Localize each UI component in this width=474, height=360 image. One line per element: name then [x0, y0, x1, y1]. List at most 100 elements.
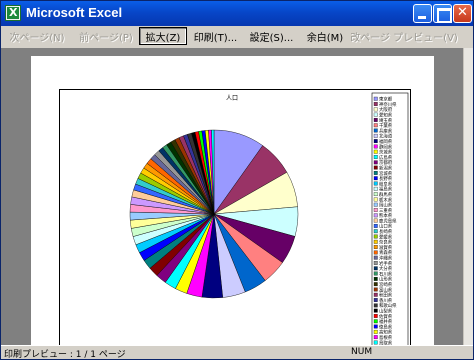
legend-label: 滋賀県: [379, 244, 393, 251]
margins-button[interactable]: 余白(M): [304, 27, 346, 45]
minimize-button[interactable]: [413, 4, 432, 23]
zoom-button[interactable]: 拡大(Z): [139, 27, 187, 45]
chart-title: 人口: [226, 95, 238, 102]
legend-swatch: [373, 335, 378, 340]
legend-swatch: [373, 176, 378, 181]
legend-swatch: [373, 171, 378, 175]
legend-swatch: [373, 112, 378, 117]
legend-swatch: [373, 266, 378, 271]
legend-label: 福井県: [379, 318, 393, 325]
legend-label: 秋田県: [379, 292, 393, 299]
legend-label: 岩手県: [379, 260, 393, 267]
legend-swatch: [373, 213, 378, 218]
chart-area: 人口 東京都 神奈川県 大阪府 愛知県 埼玉県 千葉県 兵庫県 北海道 福岡県 静岡県 茨城県 広島県京…: [59, 89, 411, 349]
print-preview-area[interactable]: 人口 東京都 神奈川県 大阪府 愛知県 埼玉県 千葉県 兵庫県 北海道 福岡県 静岡県 茨城県 広島県京…: [1, 48, 463, 349]
excel-app-icon[interactable]: [5, 5, 21, 21]
legend-swatch: [373, 165, 378, 170]
legend-swatch: [373, 202, 378, 207]
legend-swatch: [373, 229, 378, 234]
pie-chart: 人口 東京都神奈川県大阪府愛知県埼玉県千葉県兵庫県北海道福岡県静岡県茨城県広島県京…: [129, 92, 409, 346]
legend-swatch: [373, 298, 378, 302]
legend-label: 群馬県: [379, 191, 393, 198]
legend-swatch: [373, 218, 378, 223]
legend-swatch: [373, 324, 378, 329]
legend-label: 京都府: [379, 159, 393, 166]
legend-swatch: [373, 271, 378, 276]
close-button[interactable]: [453, 4, 472, 23]
legend-label: 和歌山県: [379, 302, 397, 309]
excel-window: Microsoft Excel 次ページ(N) 前ページ(P) 拡大(Z) 印刷…: [0, 0, 474, 360]
legend-label: 青森県: [379, 249, 393, 256]
legend-swatch: [373, 107, 378, 112]
legend-label: 徳島県: [379, 323, 393, 330]
legend-label: 高知県: [379, 329, 393, 336]
legend-label: 沖縄県: [379, 255, 393, 262]
legend-swatch: [373, 197, 378, 202]
legend-label: 茨城県: [379, 149, 393, 156]
legend-label: 山口県: [379, 223, 393, 230]
legend-swatch: [373, 139, 378, 144]
maximize-button[interactable]: [433, 4, 452, 23]
legend-swatch: [373, 319, 378, 324]
legend-label: 香川県: [379, 297, 393, 304]
legend-label: 大阪府: [379, 106, 393, 113]
legend-swatch: [373, 192, 378, 197]
legend-label: 鹿児島県: [379, 217, 397, 224]
legend-swatch: [373, 133, 378, 138]
legend-label: 山形県: [379, 276, 393, 283]
legend-label: 千葉県: [379, 122, 393, 129]
preview-page[interactable]: 人口 東京都 神奈川県 大阪府 愛知県 埼玉県 千葉県 兵庫県 北海道 福岡県 静岡県 茨城県 広島県京…: [31, 56, 434, 349]
legend-label: 岐阜県: [379, 180, 393, 187]
legend-swatch: [373, 261, 378, 265]
legend-label: 大分県: [379, 265, 393, 272]
legend-label: 岡山県: [379, 202, 393, 209]
legend-swatch: [373, 245, 378, 249]
legend-swatch: [373, 314, 378, 318]
title-bar[interactable]: Microsoft Excel: [1, 1, 473, 26]
legend-swatch: [373, 223, 378, 228]
legend-label: 北海道: [379, 133, 393, 140]
legend-swatch: [373, 287, 378, 292]
legend-swatch: [373, 160, 378, 165]
vertical-scrollbar[interactable]: [463, 48, 473, 345]
legend-label: 埼玉県: [379, 117, 393, 124]
legend-label: 栃木県: [379, 196, 393, 203]
legend-label: 奈良県: [379, 239, 393, 246]
legend-swatch: [373, 250, 378, 255]
legend-swatch: [373, 234, 378, 239]
status-bar: 印刷プレビュー : 1 / 1 ページ NUM: [1, 345, 473, 360]
legend-label: 長崎県: [379, 228, 393, 235]
legend-swatch: [373, 149, 378, 154]
legend-swatch: [373, 118, 378, 122]
legend-label: 三重県: [379, 207, 393, 214]
legend-label: 愛知県: [379, 111, 393, 118]
next-page-button[interactable]: 次ページ(N): [6, 27, 68, 45]
legend-label: 島根県: [379, 334, 393, 341]
legend-swatch: [373, 128, 378, 133]
legend-swatch: [373, 186, 378, 191]
legend-swatch: [373, 155, 378, 159]
legend-label: 広島県: [379, 154, 393, 161]
toolbar-overflow-button[interactable]: [460, 27, 474, 45]
legend-label: 佐賀県: [379, 313, 393, 320]
legend-swatch: [373, 208, 378, 212]
legend-swatch: [373, 181, 378, 186]
legend-swatch: [373, 123, 378, 128]
legend-label: 宮城県: [379, 170, 393, 177]
legend-swatch: [373, 303, 378, 308]
prev-page-button[interactable]: 前ページ(P): [78, 27, 134, 45]
legend-swatch: [373, 282, 378, 287]
setup-button[interactable]: 設定(S)...: [249, 27, 294, 45]
window-title: Microsoft Excel: [26, 5, 123, 20]
legend-label: 富山県: [379, 286, 393, 293]
print-button[interactable]: 印刷(T)...: [193, 27, 238, 45]
legend-swatch: [373, 329, 378, 334]
legend-label: 静岡県: [379, 143, 393, 150]
legend-swatch: [373, 255, 378, 260]
legend-swatch: [373, 276, 378, 281]
page-break-preview-button[interactable]: 改ページ プレビュー(V): [350, 27, 458, 45]
legend-label: 愛媛県: [379, 233, 393, 240]
legend-label: 神奈川県: [379, 101, 397, 108]
legend-swatch: [373, 102, 378, 106]
legend-label: 宮崎県: [379, 281, 393, 288]
